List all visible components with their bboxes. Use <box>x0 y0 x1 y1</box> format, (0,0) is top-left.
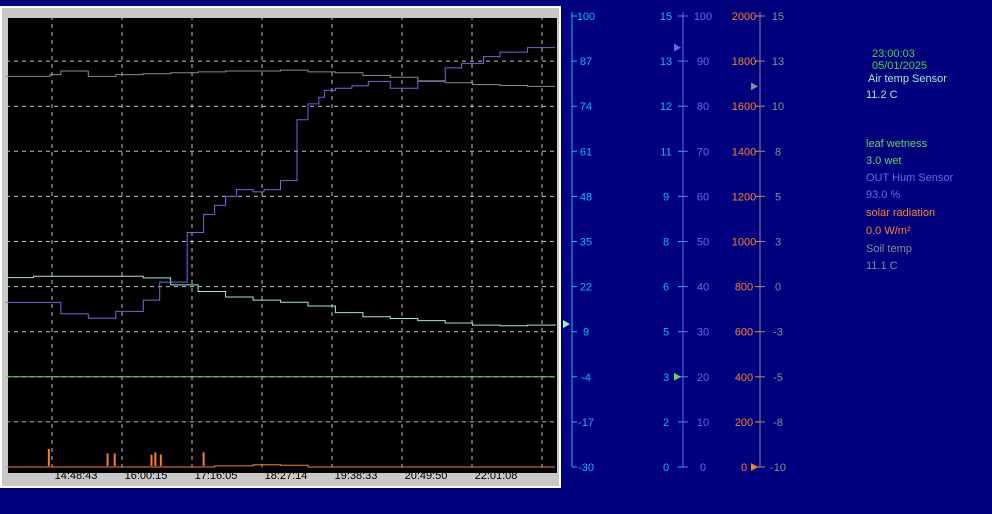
air_temp-tick-label: 22 <box>580 282 592 294</box>
solar-tick-label: 2000 <box>732 11 756 23</box>
solar-tick-label: 1400 <box>732 146 756 158</box>
solar-marker <box>751 463 758 471</box>
soil-tick-label: -8 <box>773 417 783 429</box>
leaf-tick-label: 11 <box>660 146 671 158</box>
solar-tick-label: 1200 <box>732 191 756 203</box>
solar-tick-label: 0 <box>741 462 747 474</box>
soil-tick-label: 5 <box>775 191 781 203</box>
leaf-tick-label: 12 <box>660 101 672 113</box>
leaf-marker <box>674 372 681 381</box>
solar-tick-label: 400 <box>735 372 753 384</box>
air_temp-tick-label: -17 <box>578 417 594 429</box>
x-tick-label: 19:38:33 <box>335 470 378 482</box>
humidity-tick-label: 70 <box>697 146 709 158</box>
soil-line <box>6 69 555 87</box>
x-tick-label: 14:48:43 <box>55 470 98 482</box>
humidity-tick-label: 90 <box>697 56 709 68</box>
leaf-wetness-label: leaf wetness <box>866 138 928 150</box>
humidity-tick-label: 80 <box>697 101 709 113</box>
humidity-tick-label: 60 <box>697 191 709 203</box>
air_temp-tick-label: 61 <box>580 146 592 158</box>
chart-canvas: 14:48:43 16:00:15 17:16:05 18:27:14 19:38:33… <box>6 11 786 482</box>
x-tick-label: 16:00:15 <box>125 470 168 482</box>
humidity-tick-label: 50 <box>697 237 709 249</box>
solar-line <box>6 464 555 468</box>
humidity-value: 93.0 % <box>866 189 901 201</box>
x-tick-label: 18:27:14 <box>265 470 308 482</box>
humidity-tick-label: 30 <box>697 327 709 339</box>
humidity-tick-label: 20 <box>697 372 709 384</box>
solar-tick-label: 800 <box>735 282 753 294</box>
air_temp-tick-label: 87 <box>580 56 592 68</box>
x-tick-label: 22:01:08 <box>475 470 518 482</box>
leaf-tick-label: 13 <box>660 56 672 68</box>
soil-tick-label: -10 <box>770 462 786 474</box>
series-layer <box>6 47 556 468</box>
leaf-tick-label: 2 <box>663 417 669 429</box>
leaf-tick-label: 5 <box>663 327 669 339</box>
solar-radiation-label: solar radiation <box>866 207 936 219</box>
leaf-tick-label: 9 <box>663 191 669 203</box>
air_temp-marker <box>563 320 570 329</box>
humidity-tick-label: 100 <box>694 11 712 23</box>
humidity-tick-label: 40 <box>697 282 709 294</box>
soil-tick-label: 8 <box>775 146 781 158</box>
x-axis: 14:48:43 16:00:15 17:16:05 18:27:14 19:38:33… <box>55 470 518 482</box>
leaf-tick-label: 15 <box>660 11 672 23</box>
air_temp-tick-label: 74 <box>580 101 592 113</box>
soil-tick-label: 15 <box>772 11 784 23</box>
humidity-line <box>6 47 555 319</box>
soil-tick-label: 0 <box>775 282 781 294</box>
soil-temp-value: 11.1 C <box>866 260 898 272</box>
soil-tick-label: -5 <box>773 372 783 384</box>
humidity-tick-label: 0 <box>700 462 706 474</box>
soil-marker <box>751 82 758 91</box>
air_temp-tick-label: 48 <box>580 191 592 203</box>
air_temp-tick-label: -4 <box>581 372 591 384</box>
air_temp-tick-label: -30 <box>578 462 594 474</box>
current-date: 05/01/2025 <box>872 60 928 72</box>
leaf-wetness-value: 3.0 wet <box>866 155 902 167</box>
solar-tick-label: 1000 <box>732 237 756 249</box>
solar-radiation-value: 0.0 W/m² <box>866 225 911 237</box>
soil-tick-label: 10 <box>772 101 784 113</box>
air_temp-tick-label: 100 <box>577 11 595 23</box>
soil-tick-label: 3 <box>775 237 781 249</box>
x-tick-label: 20:49:50 <box>405 470 448 482</box>
solar-tick-label: 1800 <box>732 56 756 68</box>
solar-tick-label: 1600 <box>732 101 756 113</box>
solar-tick-label: 200 <box>735 417 753 429</box>
solar-tick-label: 600 <box>735 327 753 339</box>
air-temp-value: 11.2 C <box>866 89 898 101</box>
humidity-marker <box>674 43 681 52</box>
leaf-tick-label: 6 <box>663 282 669 294</box>
soil-temp-label: Soil temp <box>866 243 912 255</box>
leaf-tick-label: 3 <box>663 372 669 384</box>
humidity-label: OUT Hum Sensor <box>866 172 954 184</box>
air-temp-label: Air temp Sensor <box>868 73 947 85</box>
leaf-tick-label: 0 <box>663 462 669 474</box>
soil-tick-label: -3 <box>773 327 783 339</box>
soil-tick-label: 13 <box>772 56 784 68</box>
humidity-tick-label: 10 <box>697 417 709 429</box>
leaf-tick-label: 8 <box>663 237 669 249</box>
y-axes: 1008774614835229-4-17-301513121198653201… <box>563 11 786 474</box>
air_temp-tick-label: 35 <box>580 237 592 249</box>
air_temp-tick-label: 9 <box>583 327 589 339</box>
x-tick-label: 17:16:05 <box>195 470 238 482</box>
